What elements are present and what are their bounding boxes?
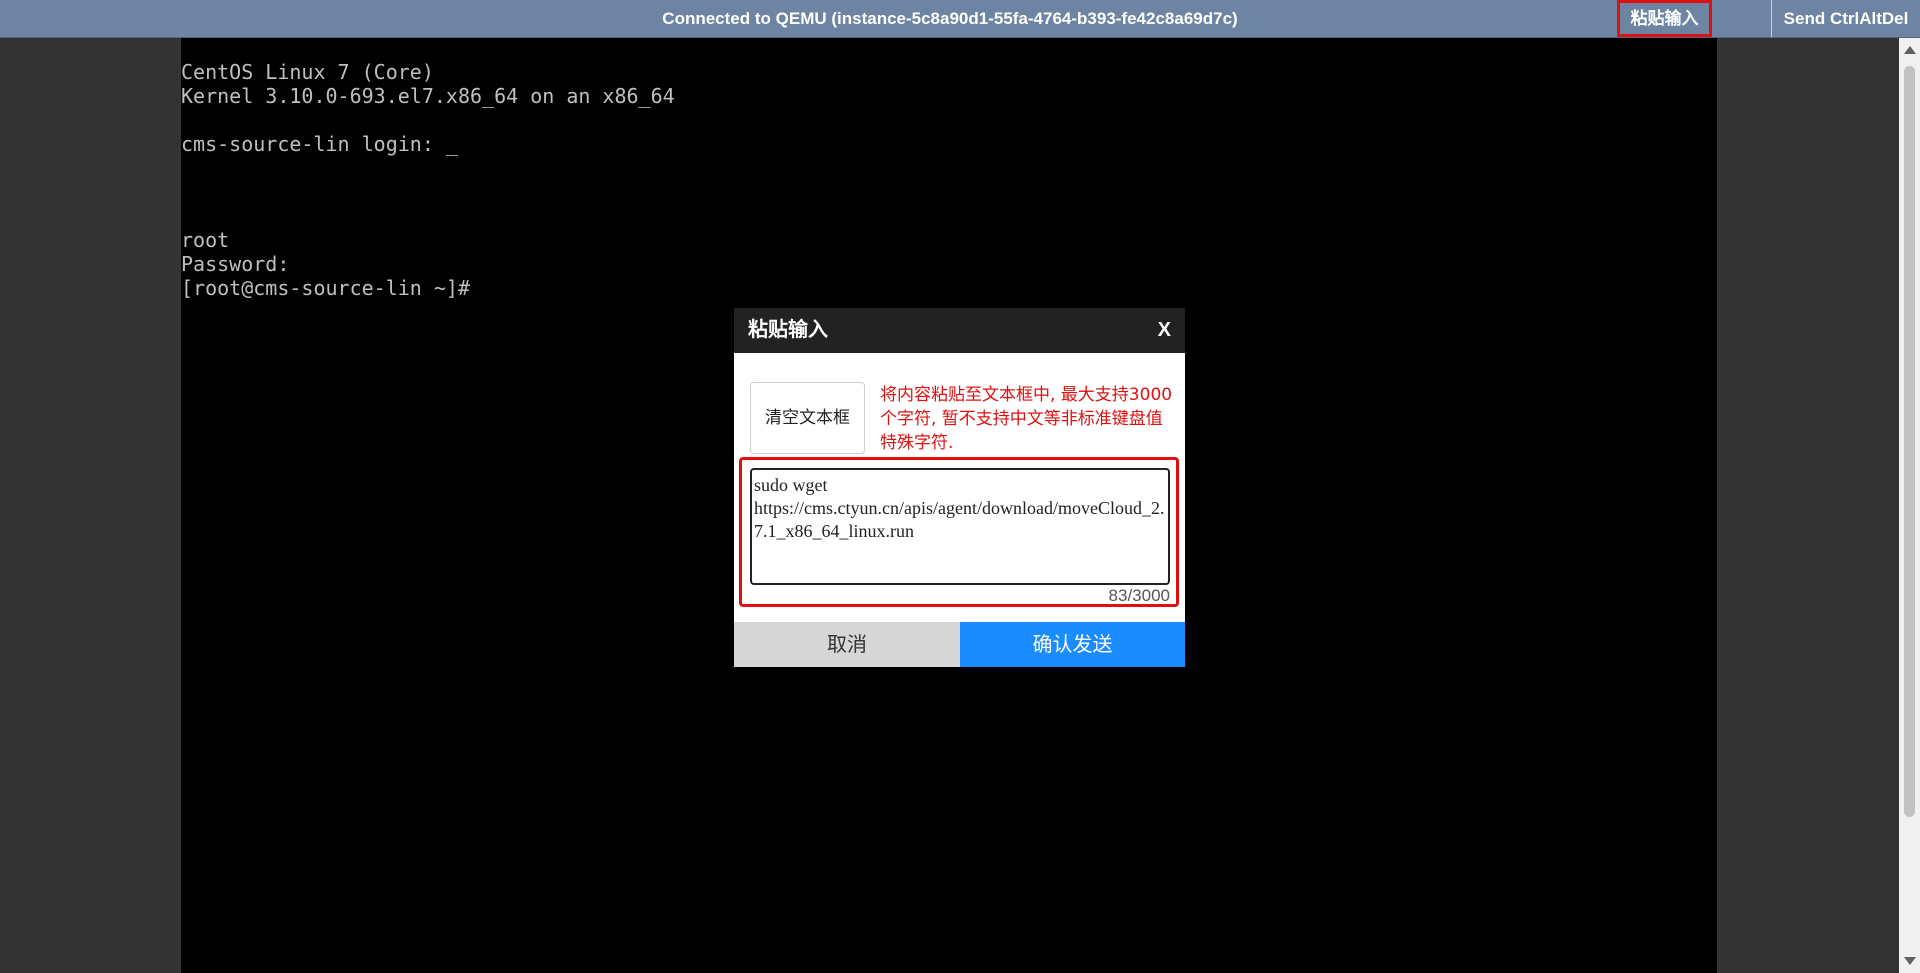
confirm-send-button[interactable]: 确认发送 (960, 622, 1185, 667)
clear-textbox-button[interactable]: 清空文本框 (750, 382, 865, 454)
dialog-title: 粘贴输入 (748, 319, 828, 341)
connection-title: Connected to QEMU (instance-5c8a90d1-55f… (662, 9, 1238, 28)
vertical-scrollbar[interactable] (1899, 38, 1920, 973)
terminal-line: root (181, 228, 230, 252)
dialog-header: 粘贴输入 X (734, 308, 1185, 353)
terminal-line: Kernel 3.10.0-693.el7.x86_64 on an x86_6… (181, 84, 675, 108)
scroll-up-arrow-icon[interactable] (1904, 46, 1916, 54)
paste-textarea[interactable]: sudo wget https://cms.ctyun.cn/apis/agen… (750, 468, 1170, 585)
send-ctrl-alt-del-button[interactable]: Send CtrlAltDel (1771, 0, 1920, 37)
close-icon[interactable]: X (1158, 308, 1171, 353)
character-counter: 83/3000 (1108, 586, 1170, 605)
paste-hint-text: 将内容粘贴至文本框中, 最大支持3000个字符, 暂不支持中文等非标准键盘值特殊… (880, 385, 1173, 453)
paste-input-dialog: 粘贴输入 X 清空文本框 将内容粘贴至文本框中, 最大支持3000个字符, 暂不… (734, 308, 1185, 667)
scroll-down-arrow-icon[interactable] (1904, 957, 1916, 965)
terminal-line: CentOS Linux 7 (Core) (181, 60, 434, 84)
top-toolbar: Connected to QEMU (instance-5c8a90d1-55f… (0, 0, 1920, 38)
cancel-button[interactable]: 取消 (734, 622, 960, 667)
terminal-line: [root@cms-source-lin ~]# (181, 276, 470, 300)
scroll-thumb[interactable] (1904, 66, 1915, 817)
terminal-line: Password: (181, 252, 290, 276)
paste-input-button[interactable]: 粘贴输入 (1617, 0, 1712, 37)
terminal-line: cms-source-lin login: _ (181, 132, 458, 156)
